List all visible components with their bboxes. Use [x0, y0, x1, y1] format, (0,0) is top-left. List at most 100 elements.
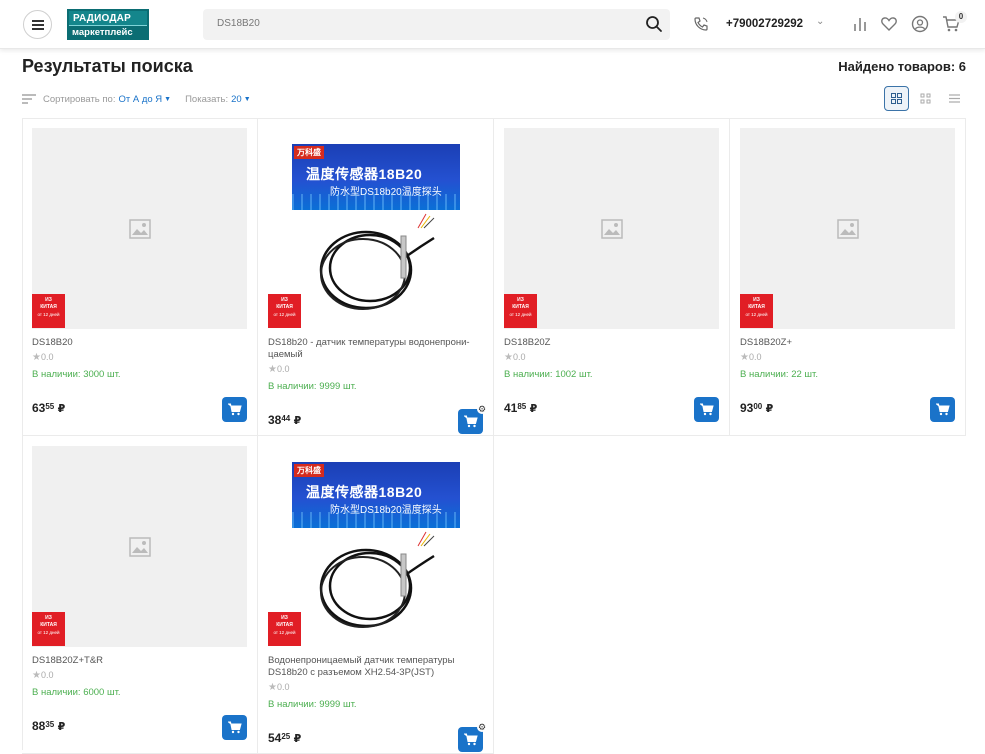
- add-to-cart-button[interactable]: [222, 715, 247, 740]
- product-card[interactable]: ИЗ КИТАЯ от 12 дней DS18B20 ★0.0 В налич…: [22, 118, 258, 436]
- found-count: Найдено товаров: 6: [838, 59, 966, 74]
- product-card[interactable]: 万科盛 温度传感器18B20 防水型DS18b20温度探头 DS18b20 - да…: [258, 118, 494, 436]
- star-icon: ★: [504, 352, 513, 363]
- grid-small-icon: [920, 93, 931, 104]
- badge-line2: КИТАЯ: [276, 622, 293, 628]
- search-field[interactable]: DS18B20: [203, 9, 670, 40]
- product-name[interactable]: DS18B20Z+T&R: [32, 655, 247, 667]
- sort-select[interactable]: От А до Я: [118, 94, 162, 105]
- product-card[interactable]: ИЗ КИТАЯ от 12 дней DS18B20Z+T&R ★0.0 В …: [22, 436, 258, 754]
- from-china-badge: ИЗ КИТАЯ от 12 дней: [32, 294, 65, 328]
- image-placeholder-icon: [129, 219, 151, 239]
- star-icon: ★: [740, 352, 749, 363]
- hamburger-icon: [31, 19, 44, 30]
- badge-line3: от 12 дней: [745, 312, 768, 317]
- chevron-down-icon[interactable]: ▼: [164, 96, 171, 103]
- add-to-cart-button[interactable]: [694, 397, 719, 422]
- cart-icon: [227, 403, 242, 416]
- heart-icon[interactable]: [880, 15, 898, 33]
- banner-brand: 万科盛: [294, 464, 324, 477]
- badge-line2: КИТАЯ: [40, 622, 57, 628]
- rating-value: 0.0: [748, 352, 762, 362]
- sensor-cable-image: [319, 531, 435, 628]
- cart-icon: [463, 415, 478, 428]
- stock-status: В наличии: 9999 шт.: [268, 381, 357, 392]
- badge-line3: от 12 дней: [273, 630, 296, 635]
- list-icon: [949, 94, 960, 103]
- show-label: Показать:: [185, 93, 229, 105]
- product-price: 5425 ₽: [268, 731, 302, 745]
- stock-status: В наличии: 3000 шт.: [32, 369, 121, 380]
- compare-icon[interactable]: [851, 15, 869, 33]
- badge-line1: ИЗ: [45, 297, 52, 303]
- product-price: 6355 ₽: [32, 401, 66, 415]
- page-title: Результаты поиска: [22, 56, 193, 76]
- cart-count-badge: 0: [955, 11, 967, 23]
- product-name[interactable]: DS18b20 - датчик температуры водонепрони…: [268, 337, 483, 361]
- cart-icon: [699, 403, 714, 416]
- product-price: 3844 ₽: [268, 413, 302, 427]
- from-china-badge: ИЗ КИТАЯ от 12 дней: [32, 612, 65, 646]
- user-icon[interactable]: [911, 15, 929, 33]
- star-icon: ★: [268, 364, 277, 375]
- star-icon: ★: [32, 352, 41, 363]
- add-to-cart-button[interactable]: ⚙: [458, 722, 487, 752]
- star-icon: ★: [268, 682, 277, 693]
- cart-icon: [935, 403, 950, 416]
- product-name[interactable]: DS18B20: [32, 337, 247, 349]
- product-banner: 万科盛 温度传感器18B20 防水型DS18b20温度探头: [292, 462, 460, 528]
- from-china-badge: ИЗ КИТАЯ от 12 дней: [268, 612, 301, 646]
- view-grid-large-button[interactable]: [884, 86, 909, 111]
- star-icon: ★: [32, 670, 41, 681]
- sort-bar: Сортировать по: От А до Я ▼ Показать: 20 ▼: [22, 92, 251, 106]
- stock-status: В наличии: 1002 шт.: [504, 369, 593, 380]
- site-logo[interactable]: РАДИОДАР маркетплейс: [67, 9, 149, 40]
- product-rating: ★0.0: [32, 670, 53, 681]
- image-placeholder-icon: [837, 219, 859, 239]
- hamburger-menu-button[interactable]: [23, 10, 52, 39]
- product-price: 4185 ₽: [504, 401, 538, 415]
- product-name[interactable]: DS18B20Z+: [740, 337, 955, 349]
- view-grid-small-button[interactable]: [913, 86, 938, 111]
- product-rating: ★0.0: [268, 682, 289, 693]
- badge-line2: КИТАЯ: [40, 304, 57, 310]
- product-rating: ★0.0: [504, 352, 525, 363]
- badge-line3: от 12 дней: [37, 312, 60, 317]
- chevron-down-icon[interactable]: ▼: [244, 96, 251, 103]
- product-grid: ИЗ КИТАЯ от 12 дней DS18B20 ★0.0 В налич…: [22, 118, 966, 754]
- product-card[interactable]: ИЗ КИТАЯ от 12 дней DS18B20Z ★0.0 В нали…: [494, 118, 730, 436]
- rating-value: 0.0: [276, 364, 290, 374]
- stock-status: В наличии: 22 шт.: [740, 369, 818, 380]
- search-icon[interactable]: [644, 14, 664, 34]
- product-name[interactable]: Водонепроницаемый датчик температуры DS1…: [268, 655, 483, 679]
- view-list-button[interactable]: [942, 86, 967, 111]
- site-header: РАДИОДАР маркетплейс DS18B20 +7900272929…: [0, 0, 985, 49]
- product-card[interactable]: 万科盛 温度传感器18B20 防水型DS18b20温度探头 Водонепрониц…: [258, 436, 494, 754]
- product-rating: ★0.0: [740, 352, 761, 363]
- sensor-cable-image: [319, 213, 435, 310]
- show-select[interactable]: 20: [231, 94, 242, 105]
- cart-icon: [463, 733, 478, 746]
- grid-large-icon: [891, 93, 902, 104]
- sort-icon: [22, 94, 36, 104]
- badge-line2: КИТАЯ: [748, 304, 765, 310]
- image-placeholder-icon: [601, 219, 623, 239]
- chevron-down-icon[interactable]: ⌄: [816, 16, 824, 27]
- product-price: 9300 ₽: [740, 401, 774, 415]
- product-name[interactable]: DS18B20Z: [504, 337, 719, 349]
- search-query[interactable]: DS18B20: [217, 18, 260, 29]
- gear-icon[interactable]: ⚙: [477, 404, 487, 414]
- add-to-cart-button[interactable]: [222, 397, 247, 422]
- gear-icon[interactable]: ⚙: [477, 722, 487, 732]
- add-to-cart-button[interactable]: [930, 397, 955, 422]
- rating-value: 0.0: [276, 682, 290, 692]
- product-card[interactable]: ИЗ КИТАЯ от 12 дней DS18B20Z+ ★0.0 В нал…: [730, 118, 966, 436]
- badge-line3: от 12 дней: [37, 630, 60, 635]
- badge-line1: ИЗ: [517, 297, 524, 303]
- add-to-cart-button[interactable]: ⚙: [458, 404, 487, 434]
- phone-number[interactable]: +79002729292: [726, 18, 803, 30]
- product-price: 8835 ₽: [32, 719, 66, 733]
- image-placeholder-icon: [129, 537, 151, 557]
- from-china-badge: ИЗ КИТАЯ от 12 дней: [740, 294, 773, 328]
- from-china-badge: ИЗ КИТАЯ от 12 дней: [504, 294, 537, 328]
